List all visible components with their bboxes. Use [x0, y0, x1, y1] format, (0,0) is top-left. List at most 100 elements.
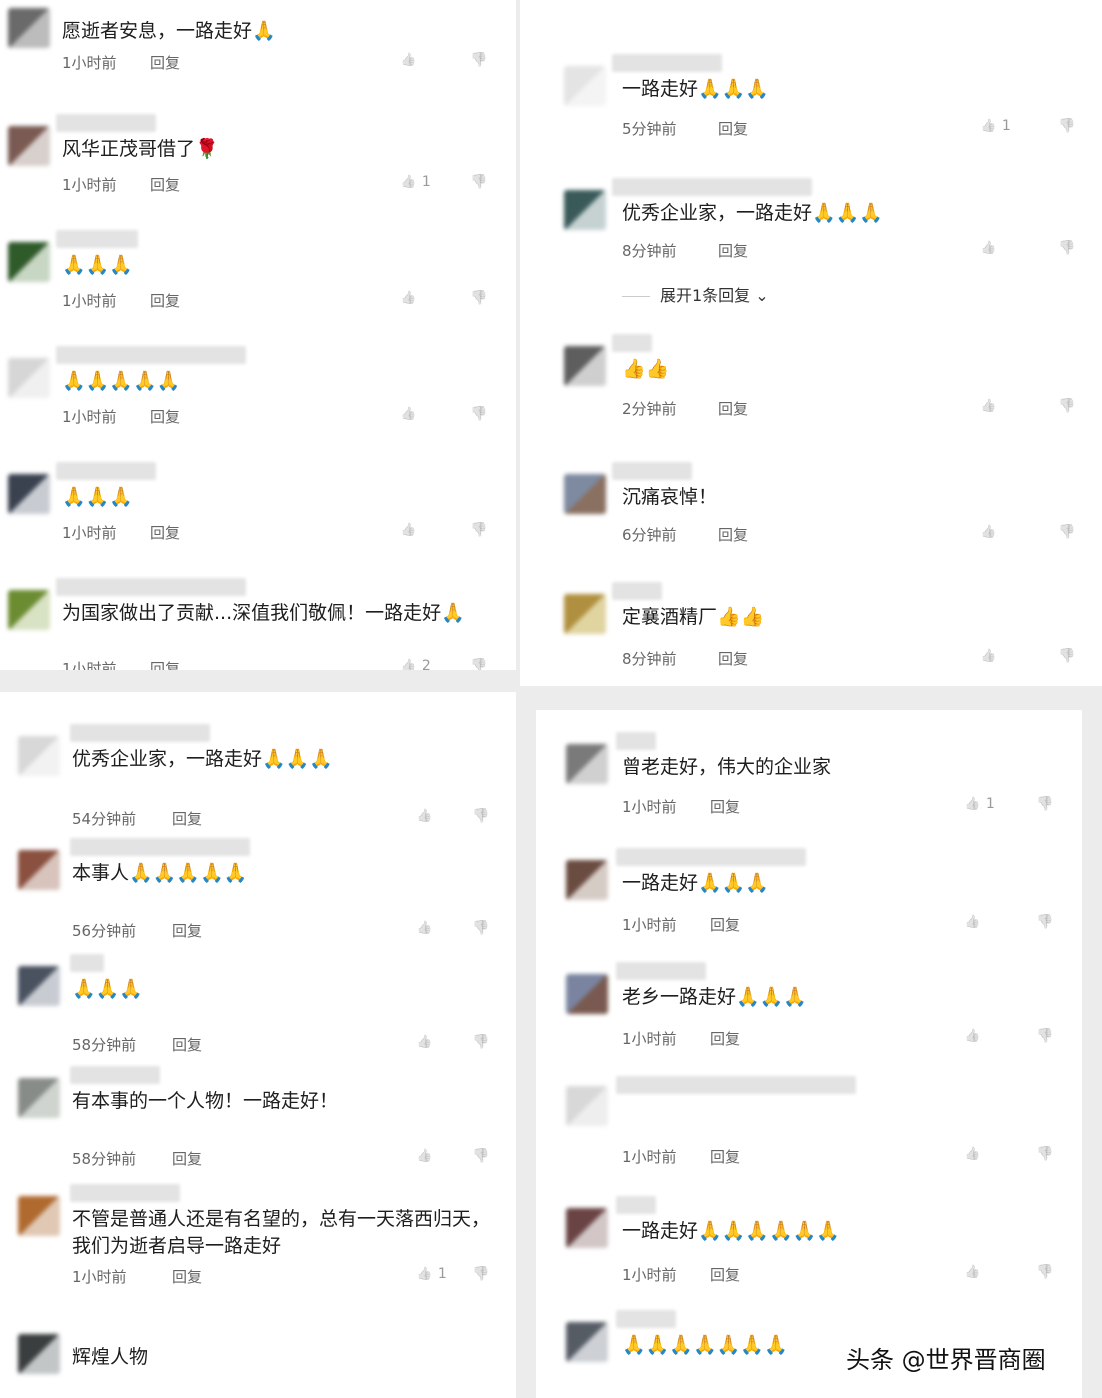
like-button[interactable]: 👍: [400, 52, 417, 68]
like-button[interactable]: 👍: [400, 290, 417, 306]
like-button[interactable]: 👍: [964, 914, 981, 930]
like-button[interactable]: 👍: [416, 1034, 433, 1050]
like-button[interactable]: 👍: [416, 920, 433, 936]
like-button[interactable]: 👍: [964, 1264, 981, 1280]
avatar[interactable]: [8, 126, 50, 166]
thumbs-down-icon[interactable]: 👎: [1036, 914, 1053, 930]
like-button[interactable]: 👍: [964, 1146, 981, 1162]
thumbs-down-icon[interactable]: 👎: [1058, 240, 1075, 256]
avatar[interactable]: [8, 8, 50, 48]
avatar[interactable]: [8, 242, 50, 282]
reply-button[interactable]: 回复: [718, 118, 748, 139]
avatar[interactable]: [564, 594, 606, 634]
username-blurred[interactable]: [56, 230, 138, 248]
reply-button[interactable]: 回复: [150, 658, 180, 670]
like-button[interactable]: 👍: [964, 1028, 981, 1044]
username-blurred[interactable]: [616, 848, 806, 866]
avatar[interactable]: [564, 474, 606, 514]
thumbs-down-icon[interactable]: 👎: [1058, 648, 1075, 664]
reply-button[interactable]: 回复: [710, 796, 740, 817]
expand-replies-link[interactable]: 展开1条回复 ⌄: [622, 282, 769, 306]
username-blurred[interactable]: [56, 578, 246, 596]
avatar[interactable]: [8, 358, 50, 398]
like-button[interactable]: 👍 1: [416, 1266, 447, 1282]
thumbs-down-icon[interactable]: 👎: [1058, 118, 1075, 134]
reply-button[interactable]: 回复: [718, 524, 748, 545]
thumbs-down-icon[interactable]: 👎: [470, 52, 487, 68]
username-blurred[interactable]: [612, 582, 662, 600]
thumbs-down-icon[interactable]: 👎: [1036, 1264, 1053, 1280]
reply-button[interactable]: 回复: [718, 648, 748, 669]
thumbs-down-icon[interactable]: 👎: [470, 174, 487, 190]
username-blurred[interactable]: [612, 54, 722, 72]
like-button[interactable]: 👍 1: [400, 174, 431, 190]
reply-button[interactable]: 回复: [172, 1266, 202, 1287]
thumbs-down-icon[interactable]: 👎: [472, 920, 489, 936]
reply-button[interactable]: 回复: [710, 1146, 740, 1167]
reply-button[interactable]: 回复: [150, 290, 180, 311]
username-blurred[interactable]: [616, 1076, 856, 1094]
like-button[interactable]: 👍: [980, 648, 997, 664]
username-blurred[interactable]: [56, 346, 246, 364]
thumbs-down-icon[interactable]: 👎: [470, 406, 487, 422]
username-blurred[interactable]: [70, 1066, 160, 1084]
reply-button[interactable]: 回复: [150, 174, 180, 195]
thumbs-down-icon[interactable]: 👎: [1036, 796, 1053, 812]
thumbs-down-icon[interactable]: 👎: [470, 290, 487, 306]
avatar[interactable]: [18, 1078, 60, 1118]
reply-button[interactable]: 回复: [172, 808, 202, 829]
avatar[interactable]: [8, 474, 50, 514]
username-blurred[interactable]: [56, 114, 156, 132]
avatar[interactable]: [18, 1196, 60, 1236]
username-blurred[interactable]: [70, 1184, 180, 1202]
avatar[interactable]: [8, 590, 50, 630]
reply-button[interactable]: 回复: [718, 240, 748, 261]
thumbs-down-icon[interactable]: 👎: [472, 808, 489, 824]
like-button[interactable]: 👍: [980, 398, 997, 414]
avatar[interactable]: [564, 66, 606, 106]
like-button[interactable]: 👍: [400, 522, 417, 538]
avatar[interactable]: [18, 850, 60, 890]
like-button[interactable]: 👍: [980, 524, 997, 540]
username-blurred[interactable]: [616, 1310, 676, 1328]
username-blurred[interactable]: [70, 838, 250, 856]
avatar[interactable]: [18, 1334, 60, 1374]
username-blurred[interactable]: [612, 462, 692, 480]
like-button[interactable]: 👍: [416, 808, 433, 824]
thumbs-down-icon[interactable]: 👎: [1036, 1146, 1053, 1162]
like-button[interactable]: 👍 1: [980, 118, 1011, 134]
thumbs-down-icon[interactable]: 👎: [472, 1034, 489, 1050]
username-blurred[interactable]: [70, 954, 104, 972]
username-blurred[interactable]: [612, 178, 812, 196]
avatar[interactable]: [566, 1208, 608, 1248]
reply-button[interactable]: 回复: [172, 920, 202, 941]
username-blurred[interactable]: [612, 334, 652, 352]
reply-button[interactable]: 回复: [150, 52, 180, 73]
avatar[interactable]: [18, 736, 60, 776]
like-button[interactable]: 👍 1: [964, 796, 995, 812]
thumbs-down-icon[interactable]: 👎: [472, 1148, 489, 1164]
thumbs-down-icon[interactable]: 👎: [470, 658, 487, 670]
reply-button[interactable]: 回复: [150, 406, 180, 427]
avatar[interactable]: [566, 1086, 608, 1126]
thumbs-down-icon[interactable]: 👎: [470, 522, 487, 538]
avatar[interactable]: [564, 346, 606, 386]
username-blurred[interactable]: [616, 732, 656, 750]
avatar[interactable]: [566, 860, 608, 900]
username-blurred[interactable]: [56, 462, 156, 480]
username-blurred[interactable]: [616, 1196, 656, 1214]
like-button[interactable]: 👍: [416, 1148, 433, 1164]
reply-button[interactable]: 回复: [172, 1148, 202, 1169]
reply-button[interactable]: 回复: [718, 398, 748, 419]
username-blurred[interactable]: [616, 962, 706, 980]
like-button[interactable]: 👍 2: [400, 658, 431, 670]
username-blurred[interactable]: [70, 724, 210, 742]
like-button[interactable]: 👍: [400, 406, 417, 422]
thumbs-down-icon[interactable]: 👎: [1036, 1028, 1053, 1044]
avatar[interactable]: [564, 190, 606, 230]
reply-button[interactable]: 回复: [172, 1034, 202, 1055]
reply-button[interactable]: 回复: [710, 914, 740, 935]
avatar[interactable]: [566, 1322, 608, 1362]
avatar[interactable]: [566, 744, 608, 784]
thumbs-down-icon[interactable]: 👎: [1058, 524, 1075, 540]
